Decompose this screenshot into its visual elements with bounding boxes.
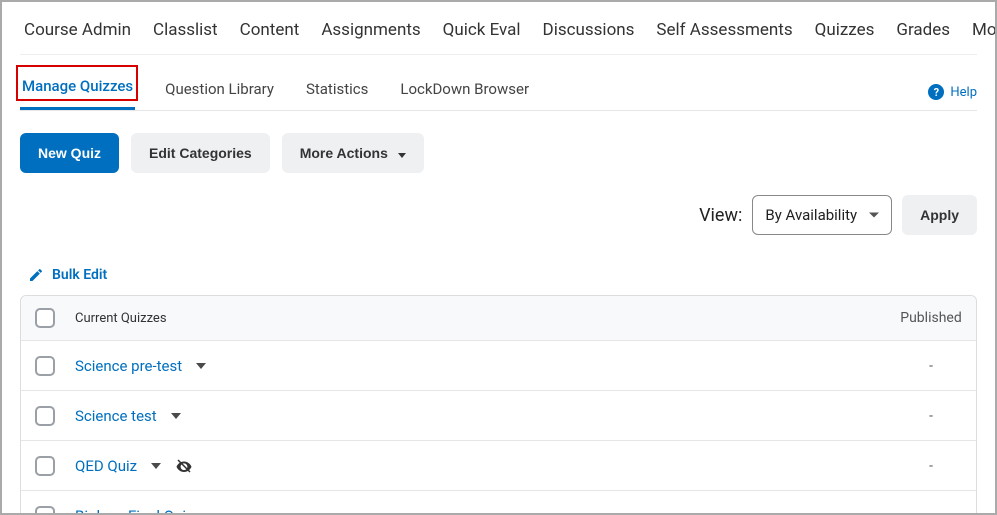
table-row: QED Quiz - [21, 440, 976, 490]
quiz-subnav: Manage Quizzes Question Library Statisti… [20, 55, 977, 111]
topnav-discussions[interactable]: Discussions [543, 20, 635, 40]
published-cell: - [886, 358, 976, 374]
row-checkbox[interactable] [35, 406, 55, 426]
bulk-edit-link[interactable]: Bulk Edit [28, 267, 977, 283]
chevron-down-icon[interactable] [151, 463, 161, 469]
tab-manage-quizzes[interactable]: Manage Quizzes [20, 73, 135, 110]
help-link[interactable]: ? Help [928, 84, 977, 110]
topnav-course-admin[interactable]: Course Admin [24, 20, 131, 40]
tab-question-library[interactable]: Question Library [163, 76, 276, 110]
hidden-icon [175, 457, 193, 475]
topnav-grades[interactable]: Grades [896, 20, 950, 40]
quiz-link[interactable]: QED Quiz [75, 457, 137, 475]
header-checkbox-cell [21, 308, 69, 328]
view-select-value: By Availability [765, 206, 857, 224]
row-checkbox[interactable] [35, 506, 55, 515]
view-select[interactable]: By Availability [752, 195, 892, 235]
tab-statistics[interactable]: Statistics [304, 76, 370, 110]
header-name-cell: Current Quizzes [69, 311, 886, 326]
chevron-down-icon [398, 153, 406, 158]
topnav-classlist[interactable]: Classlist [153, 20, 218, 40]
topnav-self-assessments[interactable]: Self Assessments [656, 20, 792, 40]
select-all-checkbox[interactable] [35, 308, 55, 328]
published-cell: - [886, 408, 976, 424]
help-icon: ? [928, 84, 944, 100]
table-row: Biology Final Quiz - [21, 490, 976, 515]
row-checkbox[interactable] [35, 356, 55, 376]
published-cell: - [886, 508, 976, 515]
topnav-quizzes[interactable]: Quizzes [815, 20, 875, 40]
quiz-link[interactable]: Biology Final Quiz [75, 507, 193, 515]
table-row: Science test - [21, 390, 976, 440]
bulk-edit-label: Bulk Edit [52, 267, 107, 283]
chevron-down-icon[interactable] [171, 413, 181, 419]
course-topnav: Course Admin Classlist Content Assignmen… [20, 2, 977, 55]
topnav-content[interactable]: Content [240, 20, 300, 40]
view-row: View: By Availability Apply [20, 195, 977, 235]
header-published-cell: Published [886, 310, 976, 326]
chevron-down-icon[interactable] [196, 363, 206, 369]
more-actions-button[interactable]: More Actions [282, 133, 424, 173]
help-label: Help [950, 85, 977, 100]
published-cell: - [886, 458, 976, 474]
action-bar: New Quiz Edit Categories More Actions [20, 111, 977, 173]
edit-categories-button[interactable]: Edit Categories [131, 133, 270, 173]
table-row: Science pre-test - [21, 340, 976, 390]
view-label: View: [699, 205, 742, 226]
header-name-label: Current Quizzes [75, 311, 167, 326]
more-actions-label: More Actions [300, 145, 388, 161]
topnav-quick-eval[interactable]: Quick Eval [443, 20, 521, 40]
quiz-link[interactable]: Science pre-test [75, 357, 182, 375]
app-frame: Course Admin Classlist Content Assignmen… [0, 0, 997, 515]
apply-button[interactable]: Apply [902, 195, 977, 235]
topnav-more-label: More [972, 20, 997, 40]
quizzes-table: Current Quizzes Published Science pre-te… [20, 295, 977, 515]
new-quiz-button[interactable]: New Quiz [20, 133, 119, 173]
pencil-icon [28, 267, 44, 283]
row-checkbox[interactable] [35, 456, 55, 476]
table-header-row: Current Quizzes Published [21, 296, 976, 340]
quiz-link[interactable]: Science test [75, 407, 157, 425]
tab-lockdown-browser[interactable]: LockDown Browser [398, 76, 531, 110]
header-published-label: Published [900, 310, 961, 326]
topnav-assignments[interactable]: Assignments [321, 20, 420, 40]
topnav-more[interactable]: More [972, 20, 997, 40]
